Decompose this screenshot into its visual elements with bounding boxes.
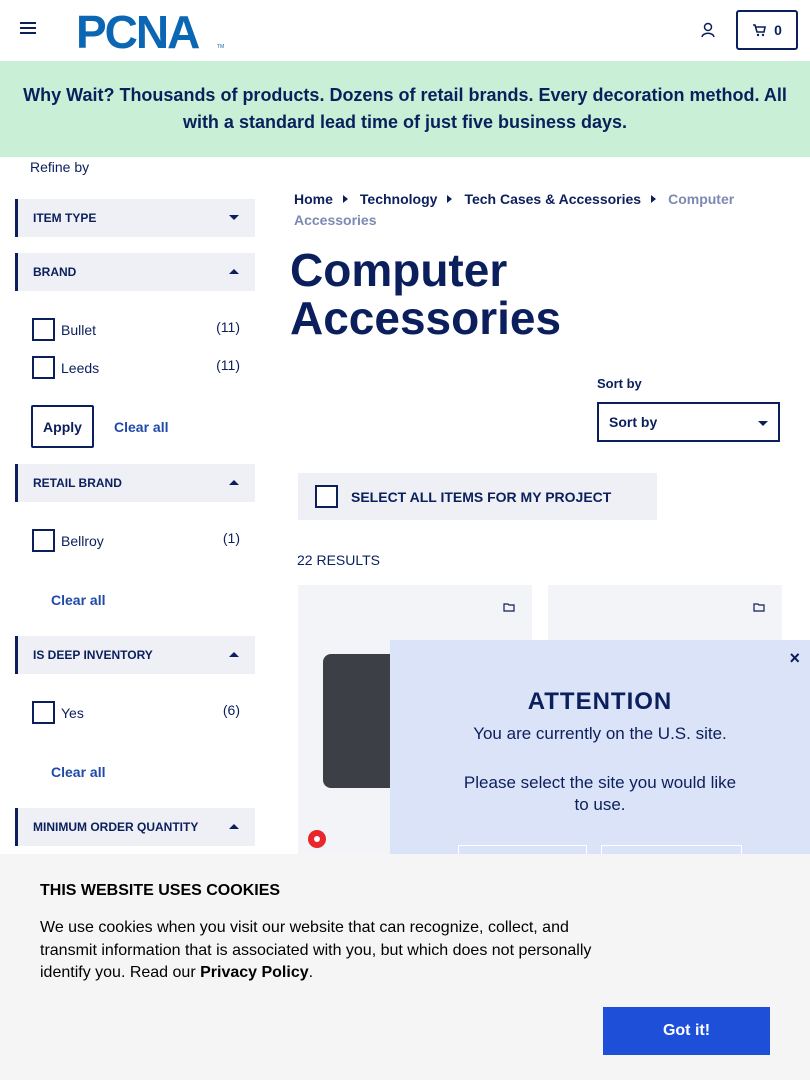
chevron-down-icon xyxy=(758,421,768,426)
apply-button[interactable]: Apply xyxy=(31,405,94,448)
chevron-right-icon xyxy=(651,195,657,203)
sort-value: Sort by xyxy=(609,414,658,430)
promo-banner: Why Wait? Thousands of products. Dozens … xyxy=(0,61,810,157)
facet-option[interactable]: Yes (6) xyxy=(32,701,242,725)
chevron-up-icon xyxy=(229,269,239,274)
select-all-checkbox[interactable] xyxy=(315,485,338,508)
option-count: (11) xyxy=(216,319,240,335)
cart-button[interactable]: 0 xyxy=(736,10,798,50)
site-select-modal: × ATTENTION You are currently on the U.S… xyxy=(390,640,810,857)
refine-label: Refine by xyxy=(30,159,90,175)
modal-prompt: Please select the site you would like to… xyxy=(463,773,737,814)
retail-brand-badge-icon xyxy=(308,830,326,848)
chevron-up-icon xyxy=(229,480,239,485)
cookie-body: We use cookies when you visit our websit… xyxy=(40,919,592,981)
facet-title: ITEM TYPE xyxy=(33,211,97,225)
facet-deep-inventory[interactable]: IS DEEP INVENTORY xyxy=(15,636,255,674)
option-label: Yes xyxy=(61,705,84,721)
page-title: Computer Accessories xyxy=(290,244,562,344)
option-label: Leeds xyxy=(61,360,100,376)
facet-title: IS DEEP INVENTORY xyxy=(33,648,153,662)
breadcrumb-home[interactable]: Home xyxy=(294,191,333,207)
site-header: PCNA TM 0 xyxy=(0,0,810,61)
accept-cookies-button[interactable]: Got it! xyxy=(603,1007,770,1055)
select-all-bar[interactable]: SELECT ALL ITEMS FOR MY PROJECT xyxy=(298,473,657,520)
chevron-up-icon xyxy=(229,824,239,829)
account-icon[interactable] xyxy=(700,22,716,38)
cart-icon xyxy=(753,24,767,37)
facet-title: MINIMUM ORDER QUANTITY xyxy=(33,820,199,834)
chevron-down-icon xyxy=(229,215,239,220)
checkbox[interactable] xyxy=(32,701,55,724)
modal-title: ATTENTION xyxy=(527,688,673,715)
breadcrumb: Home Technology Tech Cases & Accessories Co… xyxy=(294,189,764,231)
clear-all-link[interactable]: Clear all xyxy=(51,592,105,608)
logo-graphic: PCNA TM xyxy=(76,6,224,58)
results-count: 22 RESULTS xyxy=(297,552,380,568)
option-label: Bullet xyxy=(61,322,97,338)
facet-item-type[interactable]: ITEM TYPE xyxy=(15,199,255,237)
privacy-policy-link[interactable]: Privacy Policy xyxy=(200,964,309,981)
chevron-right-icon xyxy=(342,195,348,203)
pcna-logo[interactable]: PCNA TM xyxy=(76,6,224,58)
facet-option[interactable]: Bellroy (1) xyxy=(32,529,242,553)
chevron-right-icon xyxy=(447,195,453,203)
cart-count: 0 xyxy=(774,22,782,38)
checkbox[interactable] xyxy=(32,356,55,379)
clear-all-link[interactable]: Clear all xyxy=(51,764,105,780)
facet-retail-brand[interactable]: RETAIL BRAND xyxy=(15,464,255,502)
option-count: (11) xyxy=(216,357,240,373)
option-count: (6) xyxy=(222,702,240,718)
cookie-title: THIS WEBSITE USES COOKIES xyxy=(40,882,281,899)
sort-dropdown[interactable]: Sort by xyxy=(597,402,780,442)
option-count: (1) xyxy=(222,530,240,546)
option-label: Bellroy xyxy=(61,533,104,549)
breadcrumb-technology[interactable]: Technology xyxy=(360,191,438,207)
svg-text:PCNA: PCNA xyxy=(76,8,199,52)
facet-brand[interactable]: BRAND xyxy=(15,253,255,291)
folder-icon[interactable] xyxy=(503,602,515,612)
checkbox[interactable] xyxy=(32,529,55,552)
modal-message: You are currently on the U.S. site. xyxy=(473,724,727,743)
checkbox[interactable] xyxy=(32,318,55,341)
svg-text:TM: TM xyxy=(217,44,224,50)
chevron-up-icon xyxy=(229,652,239,657)
facet-title: BRAND xyxy=(33,265,77,279)
cookie-banner: THIS WEBSITE USES COOKIES We use cookies… xyxy=(0,854,810,1080)
facet-option[interactable]: Leeds (11) xyxy=(32,356,242,380)
facet-title: RETAIL BRAND xyxy=(33,476,122,490)
cookie-period: . xyxy=(308,964,314,981)
hamburger-menu-icon[interactable] xyxy=(20,22,36,36)
clear-all-link[interactable]: Clear all xyxy=(114,419,168,435)
close-icon[interactable]: × xyxy=(789,648,800,669)
cookie-text: We use cookies when you visit our websit… xyxy=(40,917,610,985)
sort-label: Sort by xyxy=(597,376,642,391)
select-all-label: SELECT ALL ITEMS FOR MY PROJECT xyxy=(351,489,612,505)
facet-minimum-order-quantity[interactable]: MINIMUM ORDER QUANTITY xyxy=(15,808,255,846)
folder-icon[interactable] xyxy=(753,602,765,612)
promo-text: Why Wait? Thousands of products. Dozens … xyxy=(23,85,787,132)
breadcrumb-tech-cases[interactable]: Tech Cases & Accessories xyxy=(464,191,641,207)
facet-option[interactable]: Bullet (11) xyxy=(32,318,242,342)
